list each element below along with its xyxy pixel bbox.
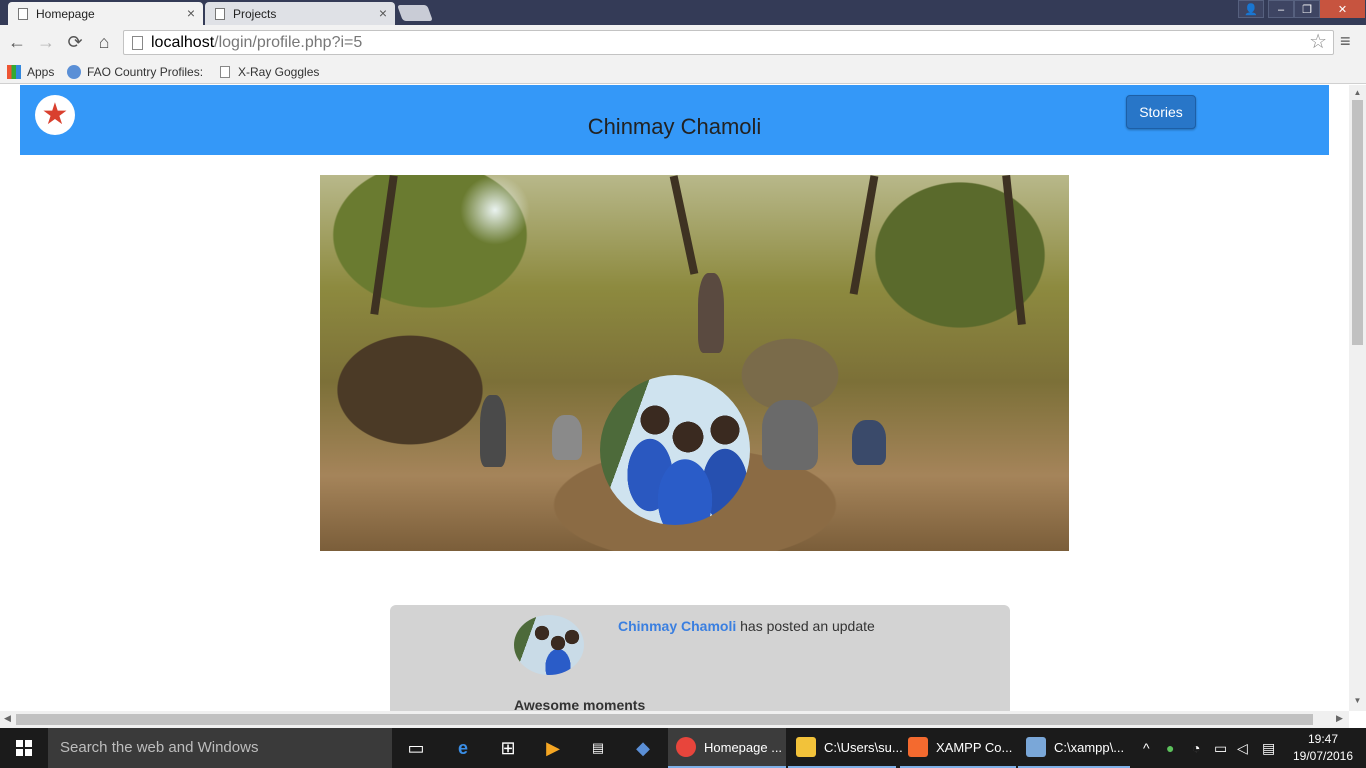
battery-icon[interactable]: ▭ bbox=[1214, 728, 1227, 768]
taskbar-app-chrome[interactable]: Homepage ... bbox=[668, 728, 786, 768]
taskbar-app-label: C:\xampp\... bbox=[1054, 739, 1125, 755]
bookmark-label: FAO Country Profiles: bbox=[87, 65, 204, 79]
tree-trunk bbox=[1002, 175, 1026, 326]
taskbar-app-xampp[interactable]: XAMPP Co... bbox=[900, 728, 1016, 768]
site-header: ★ Chinmay Chamoli Stories bbox=[20, 85, 1329, 155]
edge-icon[interactable]: e bbox=[451, 736, 475, 760]
scrollbar-thumb[interactable] bbox=[1352, 100, 1363, 345]
bookmark-label: Apps bbox=[27, 65, 55, 79]
tray-chevron-icon[interactable]: ^ bbox=[1143, 728, 1150, 768]
taskbar-app-label: C:\Users\su... bbox=[824, 739, 903, 755]
reload-icon[interactable]: ⟳ bbox=[65, 32, 85, 52]
close-window-button[interactable]: ✕ bbox=[1320, 0, 1365, 18]
post-action: has posted an update bbox=[740, 618, 875, 634]
tab-homepage[interactable]: Homepage × bbox=[8, 2, 203, 25]
tab-label: Projects bbox=[233, 6, 277, 21]
taskbar-app-label: Homepage ... bbox=[704, 739, 783, 755]
forward-icon[interactable]: → bbox=[36, 32, 56, 52]
post-header: Chinmay Chamoli has posted an update bbox=[618, 618, 875, 634]
scroll-left-icon[interactable]: ◀ bbox=[4, 713, 11, 724]
taskbar-app-explorer[interactable]: C:\Users\su... bbox=[788, 728, 903, 768]
page-icon bbox=[18, 7, 28, 20]
tree-trunk bbox=[849, 175, 879, 295]
hiker-figure bbox=[762, 400, 818, 470]
browser-titlebar: Homepage × Projects × 👤 – ❐ ✕ bbox=[0, 0, 1366, 25]
bookmark-label: X-Ray Goggles bbox=[238, 65, 320, 79]
tab-projects[interactable]: Projects × bbox=[205, 2, 395, 25]
utorrent-icon[interactable]: ● bbox=[1166, 728, 1174, 768]
tree-trunk bbox=[669, 175, 699, 275]
volume-icon[interactable]: ◁ bbox=[1237, 728, 1248, 768]
scroll-right-icon[interactable]: ▶ bbox=[1336, 713, 1343, 724]
minimize-button[interactable]: – bbox=[1268, 0, 1294, 18]
taskbar-app-notepad[interactable]: C:\xampp\... bbox=[1018, 728, 1130, 768]
notifications-icon[interactable]: ▤ bbox=[1262, 728, 1275, 768]
user-icon[interactable]: 👤 bbox=[1238, 0, 1264, 18]
chrome-icon bbox=[676, 737, 696, 757]
page-icon bbox=[132, 35, 143, 50]
clock-date: 19/07/2016 bbox=[1292, 749, 1354, 763]
bookmark-apps[interactable]: Apps bbox=[7, 63, 54, 81]
python-icon[interactable]: ◆ bbox=[631, 736, 655, 760]
restore-button[interactable]: ❐ bbox=[1294, 0, 1320, 18]
start-button[interactable] bbox=[0, 728, 48, 768]
bookmarks-bar: Apps FAO Country Profiles: X-Ray Goggles bbox=[0, 60, 1366, 84]
vertical-scrollbar[interactable]: ▲ ▼ bbox=[1349, 85, 1366, 711]
sky-patch bbox=[460, 175, 530, 245]
hiker-figure bbox=[852, 420, 886, 465]
folder-icon bbox=[796, 737, 816, 757]
task-view-icon[interactable]: ▭ bbox=[404, 736, 428, 760]
scroll-down-icon[interactable]: ▼ bbox=[1349, 696, 1366, 705]
xampp-icon bbox=[908, 737, 928, 757]
browser-toolbar: ← → ⟳ ⌂ localhost/login/profile.php?i=5 … bbox=[0, 25, 1366, 60]
terminal-icon[interactable]: ▤ bbox=[586, 736, 610, 760]
scroll-up-icon[interactable]: ▲ bbox=[1349, 88, 1366, 97]
back-icon[interactable]: ← bbox=[7, 32, 27, 52]
post-title: Awesome moments bbox=[514, 697, 646, 711]
url-path: /login/profile.php?i=5 bbox=[214, 33, 363, 51]
post-card: Chinmay Chamoli has posted an update Awe… bbox=[390, 605, 1010, 711]
page-viewport: ★ Chinmay Chamoli Stories Chinmay Chamol… bbox=[0, 85, 1349, 711]
avatar[interactable] bbox=[514, 615, 584, 675]
close-icon[interactable]: × bbox=[379, 5, 387, 21]
page-icon bbox=[215, 7, 225, 20]
scrollbar-thumb[interactable] bbox=[16, 714, 1313, 725]
clock-time: 19:47 bbox=[1307, 732, 1339, 746]
new-tab-button[interactable] bbox=[397, 5, 433, 21]
home-icon[interactable]: ⌂ bbox=[94, 32, 114, 52]
hiker-figure bbox=[552, 415, 582, 460]
apps-icon bbox=[7, 65, 21, 79]
close-icon[interactable]: × bbox=[187, 5, 195, 21]
taskbar-clock[interactable]: 19:47 19/07/2016 bbox=[1290, 731, 1356, 765]
address-bar[interactable]: localhost/login/profile.php?i=5 ☆ bbox=[123, 30, 1334, 55]
bookmark-fao[interactable]: FAO Country Profiles: bbox=[67, 63, 203, 81]
media-player-icon[interactable]: ▶ bbox=[541, 736, 565, 760]
page-icon bbox=[220, 66, 230, 78]
hiker-figure bbox=[480, 395, 506, 467]
tree-trunk bbox=[370, 175, 398, 315]
bookmark-star-icon[interactable]: ☆ bbox=[1309, 31, 1327, 54]
notepad-icon bbox=[1026, 737, 1046, 757]
taskbar-search[interactable]: Search the web and Windows bbox=[48, 728, 392, 768]
bookmark-xray[interactable]: X-Ray Goggles bbox=[220, 63, 319, 81]
cover-photo bbox=[320, 175, 1069, 551]
profile-picture[interactable] bbox=[600, 375, 750, 525]
store-icon[interactable]: ⊞ bbox=[496, 736, 520, 760]
url-host: localhost bbox=[151, 33, 215, 51]
taskbar: Search the web and Windows ▭ e ⊞ ▶ ▤ ◆ H… bbox=[0, 728, 1366, 768]
horizontal-scrollbar[interactable]: ◀ ▶ bbox=[0, 711, 1349, 728]
post-author-link[interactable]: Chinmay Chamoli bbox=[618, 618, 736, 634]
menu-icon[interactable]: ≡ bbox=[1340, 31, 1351, 52]
taskbar-app-label: XAMPP Co... bbox=[936, 739, 1013, 755]
globe-icon bbox=[67, 65, 81, 79]
windows-icon bbox=[16, 740, 32, 756]
stories-button[interactable]: Stories bbox=[1126, 95, 1196, 129]
wifi-icon[interactable]: ◔ bbox=[1192, 728, 1200, 768]
hiker-figure bbox=[698, 273, 724, 353]
tab-label: Homepage bbox=[36, 6, 95, 21]
